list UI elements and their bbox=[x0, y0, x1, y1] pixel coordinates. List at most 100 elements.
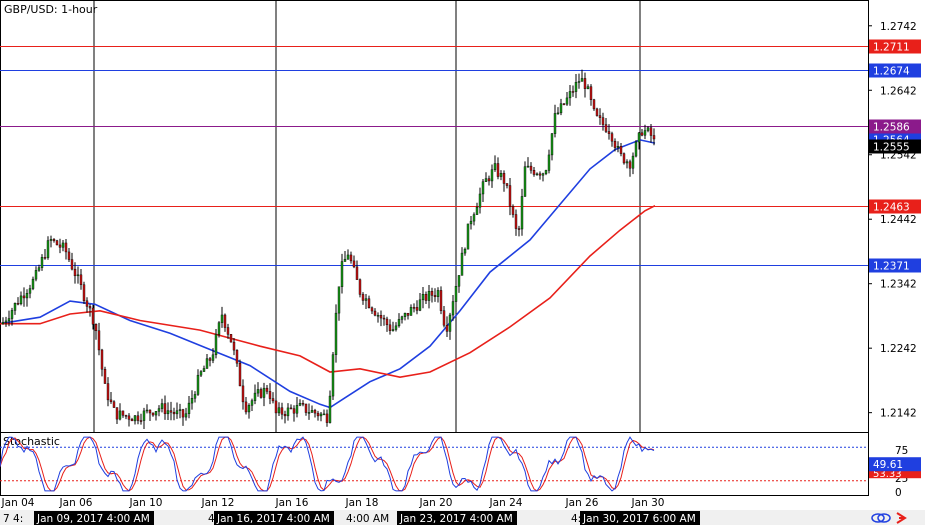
candle-down bbox=[232, 341, 236, 351]
candle-up bbox=[394, 325, 398, 330]
bottom-navigation-bar: 7 4: Jan 09, 2017 4:00 AM 4: Jan 16, 2017 4… bbox=[0, 510, 925, 525]
candle-up bbox=[145, 409, 149, 412]
candle-up bbox=[457, 275, 461, 287]
candle-up bbox=[46, 240, 50, 258]
candle-down bbox=[271, 398, 275, 402]
y-tick-1.2142: 1.2142 bbox=[880, 408, 917, 420]
candle-up bbox=[322, 413, 326, 416]
candle-down bbox=[640, 132, 644, 136]
x-tick-Jan 18: Jan 18 bbox=[345, 497, 379, 509]
candle-down bbox=[274, 400, 278, 414]
price-axis: 1.2711 1.2674 1.2586 1.2463 1.2371 1.2742 1.26… bbox=[868, 21, 921, 499]
candle-up bbox=[337, 286, 341, 314]
candle-up bbox=[346, 254, 350, 260]
candle-up bbox=[256, 389, 260, 394]
candle-up bbox=[451, 301, 455, 316]
level-label-1.2674: 1.2674 bbox=[873, 66, 910, 78]
candle-up bbox=[580, 78, 584, 82]
candle-down bbox=[85, 300, 89, 307]
candle-up bbox=[334, 312, 338, 355]
candle-down bbox=[94, 324, 98, 332]
candle-down bbox=[301, 403, 305, 405]
candle-up bbox=[616, 146, 620, 148]
x-tick-Jan 06: Jan 06 bbox=[59, 497, 93, 509]
price-pane: GBP/USD: 1-hour bbox=[0, 0, 869, 495]
candle-down bbox=[238, 362, 242, 387]
candle-up bbox=[154, 411, 158, 416]
candle-up bbox=[184, 413, 188, 418]
candle-down bbox=[208, 358, 212, 361]
candle-down bbox=[529, 165, 533, 171]
candle-down bbox=[589, 86, 593, 100]
bottom-bar-label-1: Jan 09, 2017 4:00 AM bbox=[36, 513, 150, 525]
price-pane-frame bbox=[0, 0, 869, 433]
candle-down bbox=[127, 415, 131, 420]
candle-down bbox=[442, 310, 446, 326]
candle-down bbox=[355, 266, 359, 280]
candle-up bbox=[577, 81, 581, 83]
candle-up bbox=[178, 409, 182, 411]
candle-up bbox=[19, 295, 23, 305]
level-label-1.2463: 1.2463 bbox=[873, 202, 910, 214]
candle-up bbox=[34, 270, 38, 280]
candle-down bbox=[124, 415, 128, 417]
x-tick-Jan 12: Jan 12 bbox=[201, 497, 235, 509]
candle-up bbox=[286, 407, 290, 417]
candle-down bbox=[148, 409, 152, 414]
candle-up bbox=[472, 214, 476, 222]
candle-up bbox=[157, 408, 161, 412]
candle-down bbox=[433, 295, 437, 297]
candle-up bbox=[484, 178, 488, 182]
candle-up bbox=[547, 154, 551, 171]
candle-down bbox=[100, 349, 104, 370]
candle-down bbox=[415, 307, 419, 311]
candle-up bbox=[277, 407, 281, 414]
candle-down bbox=[64, 242, 68, 253]
candle-up bbox=[199, 371, 203, 376]
x-tick-Jan 30: Jan 30 bbox=[631, 497, 665, 509]
candle-up bbox=[340, 261, 344, 287]
candle-down bbox=[67, 251, 71, 260]
candle-down bbox=[82, 284, 86, 302]
candle-down bbox=[22, 295, 26, 299]
candle-down bbox=[316, 412, 320, 417]
candle-up bbox=[10, 310, 14, 319]
candle-up bbox=[253, 392, 257, 401]
candle-down bbox=[259, 389, 263, 398]
candle-up bbox=[469, 220, 473, 225]
candle-down bbox=[88, 306, 92, 309]
candle-down bbox=[562, 103, 566, 105]
candle-down bbox=[112, 401, 116, 408]
candle-down bbox=[604, 124, 608, 132]
candle-down bbox=[229, 334, 233, 343]
bottom-bar-label-5: Jan 23, 2017 4:00 AM bbox=[399, 513, 513, 525]
candle-up bbox=[31, 278, 35, 289]
candle-down bbox=[106, 383, 110, 401]
chart-title: GBP/USD: 1-hour bbox=[4, 3, 98, 16]
candle-down bbox=[130, 419, 134, 422]
candle-up bbox=[478, 193, 482, 208]
candle-up bbox=[481, 181, 485, 195]
candle-up bbox=[376, 315, 380, 317]
candle-up bbox=[331, 354, 335, 397]
candle-up bbox=[262, 387, 266, 398]
candle-up bbox=[634, 141, 638, 157]
candle-up bbox=[637, 132, 641, 143]
candle-down bbox=[424, 293, 428, 301]
candle-up bbox=[475, 206, 479, 215]
candle-down bbox=[601, 117, 605, 125]
candle-up bbox=[196, 374, 200, 395]
candle-up bbox=[553, 113, 557, 134]
candle-down bbox=[373, 310, 377, 316]
candle-up bbox=[391, 329, 395, 331]
candle-up bbox=[247, 405, 251, 413]
candle-down bbox=[349, 254, 353, 262]
candle-up bbox=[409, 307, 413, 316]
candle-up bbox=[574, 81, 578, 92]
candle-up bbox=[541, 173, 545, 176]
candle-down bbox=[73, 268, 77, 277]
candle-up bbox=[7, 318, 11, 322]
candle-up bbox=[625, 161, 629, 164]
candle-up bbox=[298, 403, 302, 406]
level-label-1.2371: 1.2371 bbox=[873, 261, 910, 273]
